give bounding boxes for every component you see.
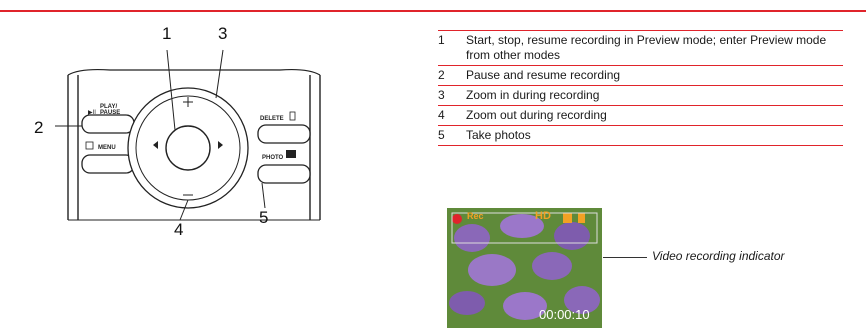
photo-button-shape — [257, 164, 311, 184]
row-description: Start, stop, resume recording in Preview… — [466, 33, 827, 62]
table-row: 1 Start, stop, resume recording in Previ… — [438, 30, 843, 65]
table-row: 3 Zoom in during recording — [438, 85, 843, 105]
row-description: Take photos — [466, 128, 531, 142]
table-row: 4 Zoom out during recording — [438, 105, 843, 125]
svg-text:PAUSE: PAUSE — [100, 110, 120, 116]
callout-5: 5 — [259, 208, 269, 227]
callout-3: 3 — [218, 24, 228, 43]
play-pause-button-shape — [81, 114, 135, 134]
button-panel-illustration: PLAY/ PAUSE ▶II MENU DELETE PHOTO — [55, 49, 321, 221]
row-number: 3 — [438, 88, 445, 102]
table-row: 5 Take photos — [438, 125, 843, 146]
callout-4: 4 — [174, 220, 184, 239]
section-heading-fragment — [280, 0, 560, 8]
callout-2: 2 — [34, 118, 44, 137]
row-description: Zoom out during recording — [466, 108, 607, 122]
menu-button-shape — [81, 154, 135, 174]
indicator-leader-line — [603, 257, 647, 258]
video-recording-indicator-label: Video recording indicator — [652, 249, 785, 263]
timecode: 00:00:10 — [539, 307, 590, 322]
rec-label: Rec — [467, 211, 484, 221]
row-number: 2 — [438, 68, 445, 82]
row-number: 1 — [438, 33, 445, 47]
button-function-table: 1 Start, stop, resume recording in Previ… — [438, 30, 843, 146]
row-number: 4 — [438, 108, 445, 122]
button-diagram: PLAY/ PAUSE ▶II MENU DELETE PHOTO 1 3 2 … — [20, 20, 350, 250]
svg-text:MENU: MENU — [98, 145, 116, 151]
hd-label: HD — [535, 210, 551, 222]
callout-1: 1 — [162, 24, 172, 43]
battery-icon — [578, 213, 585, 223]
svg-text:▶II: ▶II — [88, 110, 96, 116]
row-description: Pause and resume recording — [466, 68, 621, 82]
svg-text:PHOTO: PHOTO — [262, 155, 284, 161]
record-dot-icon — [452, 214, 462, 224]
svg-text:DELETE: DELETE — [260, 116, 284, 122]
row-number: 5 — [438, 128, 445, 142]
row-description: Zoom in during recording — [466, 88, 600, 102]
top-rule — [0, 10, 866, 12]
table-row: 2 Pause and resume recording — [438, 65, 843, 85]
center-button-shape — [165, 125, 211, 171]
card-icon — [563, 213, 572, 223]
delete-button-shape — [257, 124, 311, 144]
camera-screen-preview: Rec HD 00:00:10 — [447, 208, 602, 328]
